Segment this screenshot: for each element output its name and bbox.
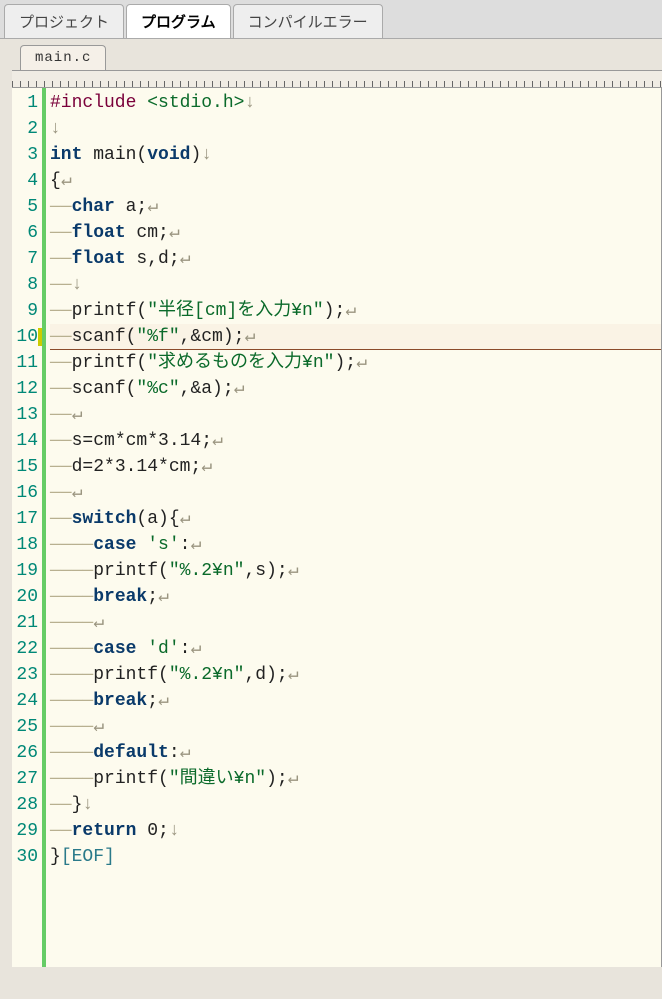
code-line[interactable]: ――――printf("%.2¥n",s);↵ [50,558,661,584]
line-number: 9 [12,298,38,324]
code-line[interactable]: ――――default:↵ [50,740,661,766]
code-line[interactable]: ――}↓ [50,792,661,818]
line-number: 15 [12,454,38,480]
ruler [12,70,662,88]
code-line[interactable]: ――――↵ [50,714,661,740]
code-line[interactable]: ――――↵ [50,610,661,636]
line-number: 20 [12,584,38,610]
line-number: 22 [12,636,38,662]
code-line[interactable]: ↓ [50,116,661,142]
code-line[interactable]: ――char a;↵ [50,194,661,220]
line-number: 24 [12,688,38,714]
line-number: 8 [12,272,38,298]
line-number: 28 [12,792,38,818]
line-number-gutter: 1234567891011121314151617181920212223242… [12,88,46,967]
line-number: 7 [12,246,38,272]
editor[interactable]: 1234567891011121314151617181920212223242… [12,88,662,967]
code-line[interactable]: ――scanf("%c",&a);↵ [50,376,661,402]
code-line[interactable]: ――float s,d;↵ [50,246,661,272]
code-line[interactable]: ――――break;↵ [50,584,661,610]
code-line[interactable]: {↵ [50,168,661,194]
tab-program[interactable]: プログラム [126,4,231,38]
code-line[interactable]: ――↵ [50,402,661,428]
code-line[interactable]: ――printf("求めるものを入力¥n");↵ [50,350,661,376]
line-number: 30 [12,844,38,870]
code-line[interactable]: ――――printf("%.2¥n",d);↵ [50,662,661,688]
code-line[interactable]: ――s=cm*cm*3.14;↵ [50,428,661,454]
line-number: 3 [12,142,38,168]
code-line[interactable]: }[EOF] [50,844,661,870]
line-number: 12 [12,376,38,402]
line-number: 27 [12,766,38,792]
line-number: 17 [12,506,38,532]
code-line[interactable]: ――――printf("間違い¥n");↵ [50,766,661,792]
code-line[interactable]: ――↵ [50,480,661,506]
line-number: 1 [12,90,38,116]
line-number: 18 [12,532,38,558]
code-line[interactable]: ――switch(a){↵ [50,506,661,532]
code-line[interactable]: ――――case 'd':↵ [50,636,661,662]
line-number: 11 [12,350,38,376]
code-line[interactable]: ――d=2*3.14*cm;↵ [50,454,661,480]
line-number: 10 [12,324,38,350]
code-line[interactable]: ――printf("半径[cm]を入力¥n");↵ [50,298,661,324]
code-line[interactable]: ――float cm;↵ [50,220,661,246]
line-number: 19 [12,558,38,584]
main-tabs: プロジェクト プログラム コンパイルエラー [0,0,662,39]
code-line[interactable]: ――――break;↵ [50,688,661,714]
line-number: 6 [12,220,38,246]
tab-compile-error[interactable]: コンパイルエラー [233,4,383,38]
line-number: 16 [12,480,38,506]
code-line[interactable]: int main(void)↓ [50,142,661,168]
line-number: 5 [12,194,38,220]
file-tabs: main.c [0,39,662,70]
code-line[interactable]: #include <stdio.h>↓ [50,90,661,116]
line-number: 29 [12,818,38,844]
code-area[interactable]: #include <stdio.h>↓↓int main(void)↓{↵――c… [46,88,661,967]
line-number: 13 [12,402,38,428]
line-number: 26 [12,740,38,766]
code-line[interactable]: ――↓ [50,272,661,298]
line-number: 25 [12,714,38,740]
line-number: 2 [12,116,38,142]
line-number: 4 [12,168,38,194]
tab-project[interactable]: プロジェクト [4,4,124,38]
code-line[interactable]: ――――case 's':↵ [50,532,661,558]
code-line[interactable]: ――scanf("%f",&cm);↵ [50,324,661,350]
line-number: 21 [12,610,38,636]
line-number: 23 [12,662,38,688]
code-line[interactable]: ――return 0;↓ [50,818,661,844]
line-number: 14 [12,428,38,454]
file-tab-main-c[interactable]: main.c [20,45,106,70]
